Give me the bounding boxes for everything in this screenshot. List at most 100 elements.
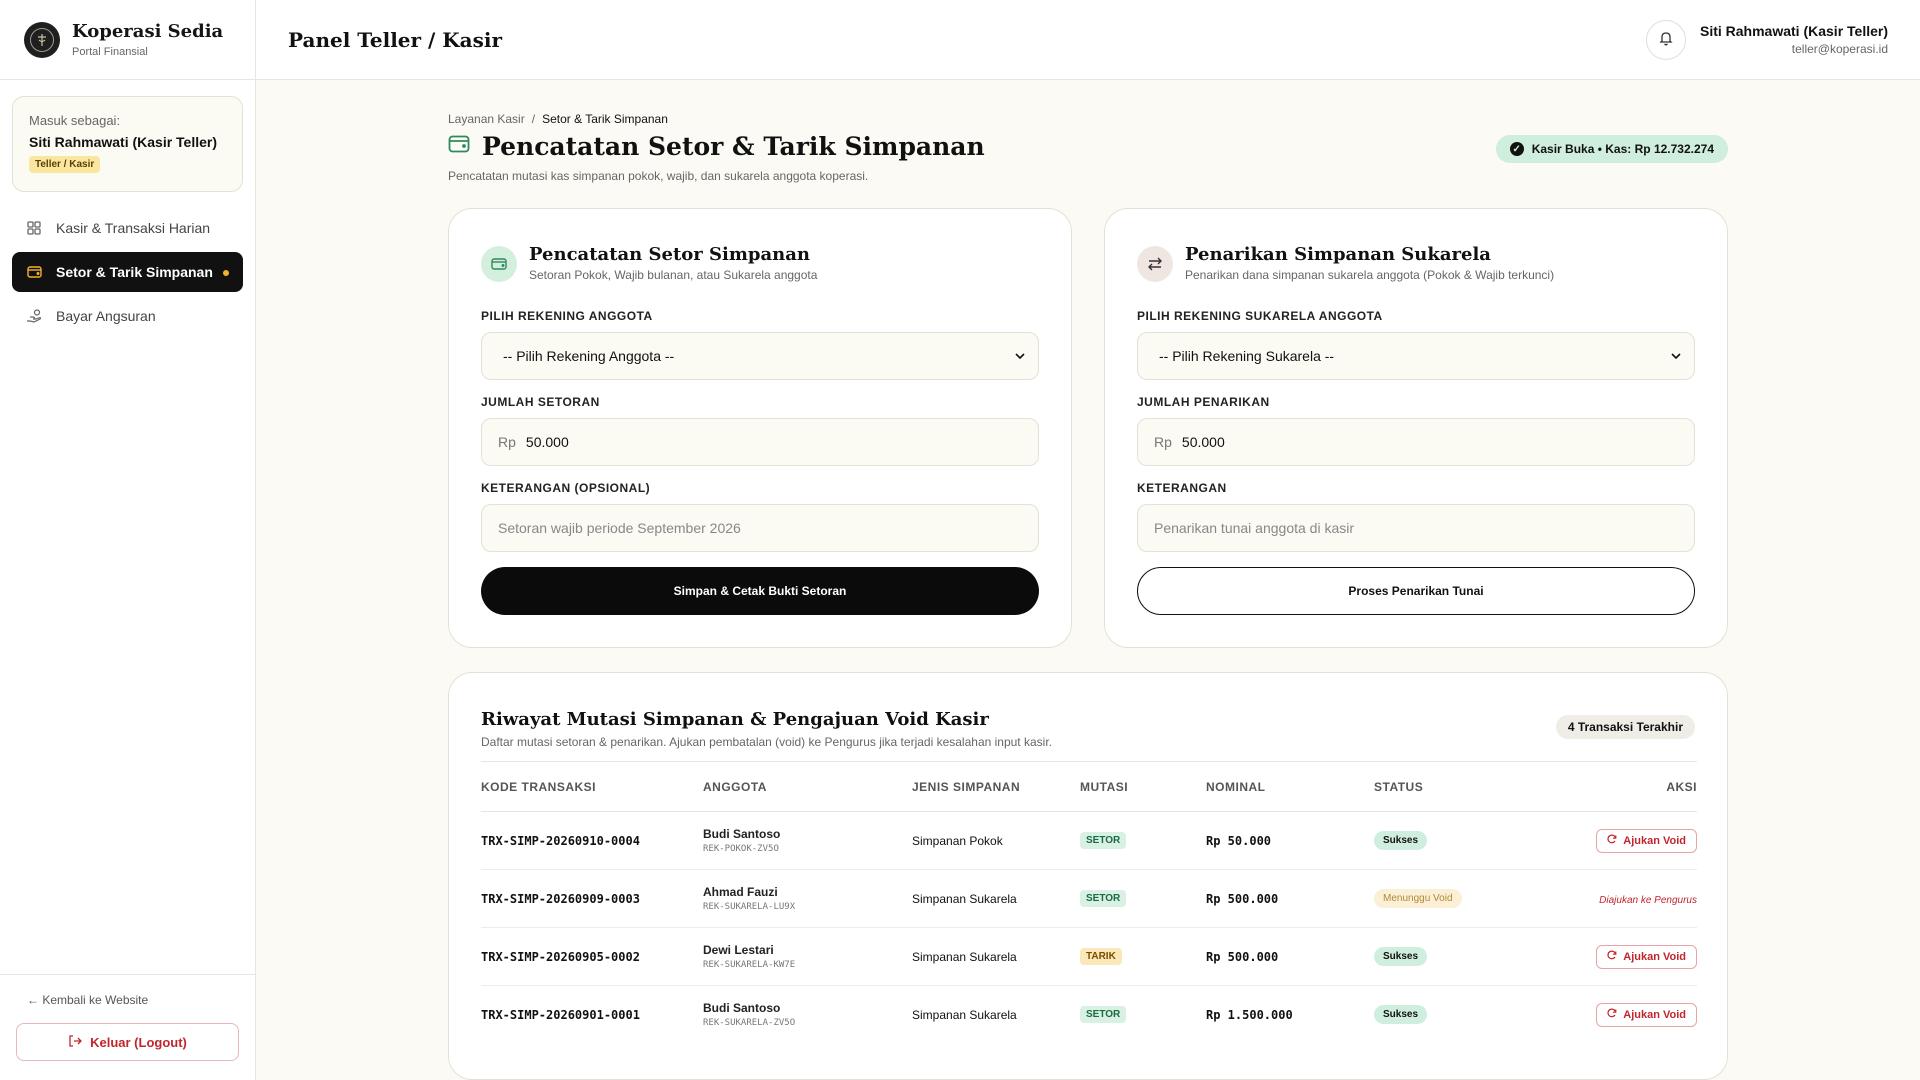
process-withdrawal-button[interactable]: Proses Penarikan Tunai [1137, 567, 1695, 615]
withdraw-account-label: PILIH REKENING SUKARELA ANGGOTA [1137, 309, 1383, 323]
brand-name: Koperasi Sedia [72, 21, 224, 42]
mutation-badge: TARIK [1080, 948, 1122, 965]
mutation-cell: SETOR [1080, 869, 1206, 928]
hand-coins-icon [26, 308, 42, 324]
member-account: REK-SUKARELA-ZV5O [703, 1018, 796, 1029]
request-void-button[interactable]: Ajukan Void [1596, 944, 1697, 969]
void-submitted-text: Diajukan ke Pengurus [1599, 894, 1697, 906]
seal-icon [30, 27, 54, 52]
page-subtitle: Pencatatan mutasi kas simpanan pokok, wa… [448, 169, 869, 183]
deposit-account-select[interactable]: -- Pilih Rekening Anggota -- [481, 332, 1039, 380]
status-badge: Sukses [1374, 1005, 1428, 1025]
withdraw-amount-value: 50.000 [1181, 434, 1225, 450]
history-desc: Daftar mutasi setoran & penarikan. Ajuka… [481, 735, 1052, 749]
sidebar-item-angsuran[interactable]: Bayar Angsuran [12, 296, 243, 336]
role-badge: Teller / Kasir [29, 156, 101, 173]
withdraw-card-header: Penarikan Simpanan Sukarela Penarikan da… [1137, 244, 1554, 282]
withdraw-card: Penarikan Simpanan Sukarela Penarikan da… [1104, 208, 1728, 648]
logout-button[interactable]: Keluar (Logout) [16, 1023, 239, 1061]
currency-prefix: Rp [1154, 434, 1172, 450]
amount: Rp 500.000 [1206, 927, 1374, 986]
logout-icon [68, 1034, 83, 1051]
action-cell: Ajukan Void [1554, 927, 1697, 986]
swap-arrows-icon [1137, 246, 1173, 282]
sidebar-nav: Kasir & Transaksi Harian Setor & Tarik S… [0, 208, 255, 336]
withdraw-note-placeholder: Penarikan tunai anggota di kasir [1154, 520, 1355, 536]
deposit-card: Pencatatan Setor Simpanan Setoran Pokok,… [448, 208, 1072, 648]
column-header: KODE TRANSAKSI [481, 761, 703, 812]
member-name: Budi Santoso [703, 1001, 781, 1016]
amount: Rp 1.500.000 [1206, 1007, 1293, 1022]
mutation-badge: SETOR [1080, 832, 1127, 849]
request-void-label: Ajukan Void [1623, 950, 1686, 963]
deposit-account-label: PILIH REKENING ANGGOTA [481, 309, 653, 323]
save-print-deposit-button[interactable]: Simpan & Cetak Bukti Setoran [481, 567, 1039, 615]
sidebar-item-label: Kasir & Transaksi Harian [56, 220, 211, 236]
savings-type: Simpanan Sukarela [912, 869, 1080, 928]
withdraw-account-select[interactable]: -- Pilih Rekening Sukarela -- [1137, 332, 1695, 380]
deposit-title: Pencatatan Setor Simpanan [529, 244, 811, 265]
sidebar-user-name: Siti Rahmawati (Kasir Teller) [29, 134, 218, 150]
page-heading: Pencatatan Setor & Tarik Simpanan [482, 132, 985, 161]
status-cell: Sukses [1374, 811, 1554, 870]
status-badge: Sukses [1374, 831, 1428, 850]
action-cell: Ajukan Void [1554, 986, 1697, 1044]
back-to-website-link[interactable]: ← Kembali ke Website [27, 993, 239, 1007]
transaction-code: TRX-SIMP-20260909-0003 [481, 869, 703, 928]
table-row: TRX-SIMP-20260905-0002 Dewi Lestari REK-S… [481, 927, 1697, 986]
withdraw-amount-label: JUMLAH PENARIKAN [1137, 395, 1270, 409]
mutation-cell: SETOR [1080, 811, 1206, 870]
sidebar-footer: ← Kembali ke Website Keluar (Logout) [0, 974, 255, 1080]
withdraw-amount-input[interactable]: Rp 50.000 [1137, 418, 1695, 466]
notification-button[interactable] [1646, 20, 1686, 60]
deposit-amount-label: JUMLAH SETORAN [481, 395, 600, 409]
cashier-status-text: Kasir Buka • Kas: Rp 12.732.274 [1531, 142, 1714, 156]
deposit-amount-value: 50.000 [525, 434, 569, 450]
breadcrumb-current: Setor & Tarik Simpanan [542, 112, 668, 126]
column-header: NOMINAL [1206, 761, 1374, 812]
column-header: ANGGOTA [703, 761, 912, 812]
transaction-count-badge: 4 Transaksi Terakhir [1555, 715, 1695, 739]
table-header-row: KODE TRANSAKSI ANGGOTA JENIS SIMPANAN MU… [481, 761, 1697, 812]
savings-type: Simpanan Sukarela [912, 1007, 1017, 1022]
request-void-label: Ajukan Void [1623, 834, 1686, 847]
withdraw-desc: Penarikan dana simpanan sukarela anggota… [1185, 268, 1555, 282]
request-void-button[interactable]: Ajukan Void [1596, 1002, 1697, 1027]
history-card: Riwayat Mutasi Simpanan & Pengajuan Void… [448, 672, 1728, 1080]
brand: Koperasi Sedia Portal Finansial [0, 0, 255, 80]
deposit-note-input[interactable]: Setoran wajib periode September 2026 [481, 504, 1039, 552]
status-cell: Sukses [1374, 927, 1554, 986]
table-row: TRX-SIMP-20260909-0003 Ahmad Fauzi REK-SU… [481, 869, 1697, 928]
wallet-icon [481, 246, 517, 282]
status-badge: Sukses [1374, 947, 1428, 966]
member-cell: Budi Santoso REK-SUKARELA-ZV5O [703, 986, 912, 1044]
deposit-amount-input[interactable]: Rp 50.000 [481, 418, 1039, 466]
request-void-button[interactable]: Ajukan Void [1596, 828, 1697, 853]
cashier-status-badge: ✓ Kasir Buka • Kas: Rp 12.732.274 [1495, 135, 1728, 163]
deposit-desc: Setoran Pokok, Wajib bulanan, atau Sukar… [529, 268, 818, 282]
sidebar-item-label: Bayar Angsuran [56, 308, 156, 324]
member-name: Dewi Lestari [703, 943, 774, 957]
deposit-card-header: Pencatatan Setor Simpanan Setoran Pokok,… [481, 244, 817, 282]
history-table: KODE TRANSAKSI ANGGOTA JENIS SIMPANAN MU… [481, 761, 1697, 1044]
amount: Rp 50.000 [1206, 811, 1374, 870]
table-row: TRX-SIMP-20260910-0004 Budi Santoso REK-P… [481, 811, 1697, 870]
transaction-code: TRX-SIMP-20260910-0004 [481, 811, 703, 870]
brand-logo [24, 21, 60, 58]
mutation-badge: SETOR [1080, 1006, 1127, 1024]
breadcrumb: Layanan Kasir / Setor & Tarik Simpanan [448, 112, 668, 126]
mutation-cell: SETOR [1080, 986, 1206, 1044]
refresh-icon [1607, 834, 1617, 847]
withdraw-note-input[interactable]: Penarikan tunai anggota di kasir [1137, 504, 1695, 552]
status-cell: Menunggu Void [1374, 869, 1554, 928]
active-indicator-dot [223, 270, 229, 276]
breadcrumb-item[interactable]: Layanan Kasir [448, 112, 525, 126]
column-header: STATUS [1374, 761, 1554, 812]
header-user-email: teller@koperasi.id [1791, 42, 1888, 56]
grid-icon [26, 220, 42, 236]
member-name: Budi Santoso [703, 827, 781, 841]
deposit-note-placeholder: Setoran wajib periode September 2026 [498, 520, 741, 536]
history-title: Riwayat Mutasi Simpanan & Pengajuan Void… [481, 709, 989, 730]
sidebar-item-kasir[interactable]: Kasir & Transaksi Harian [12, 208, 243, 248]
sidebar-item-setor-tarik[interactable]: Setor & Tarik Simpanan [12, 252, 243, 292]
